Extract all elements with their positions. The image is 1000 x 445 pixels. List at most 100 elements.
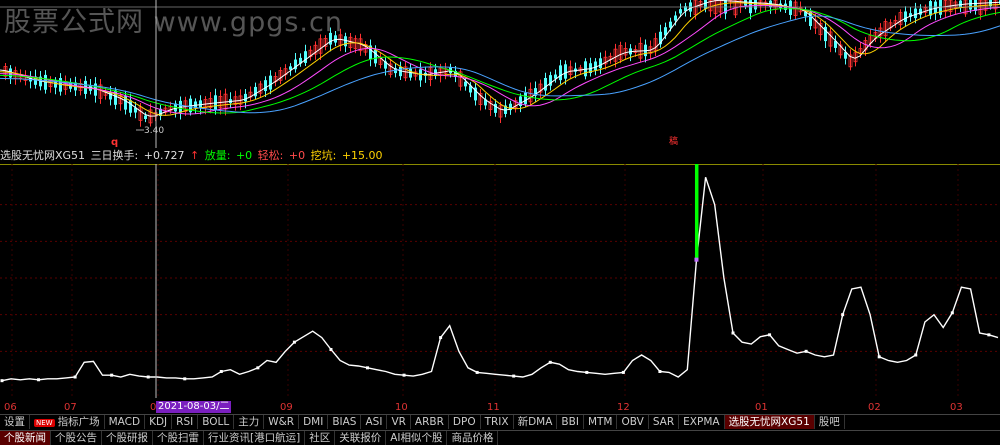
candle-body (674, 15, 677, 21)
data-point (841, 313, 845, 317)
candle-body (334, 35, 337, 43)
month-label: 06 (4, 402, 17, 413)
q-marker: q (111, 137, 118, 148)
indicator-tab[interactable]: BOLL (198, 415, 235, 429)
rise-label: 轻松: (257, 149, 284, 162)
data-point (548, 360, 552, 364)
volume-value: +0 (235, 149, 253, 162)
turnover-value: +0.727 (143, 149, 185, 162)
data-point (987, 333, 991, 337)
tab-label: 设置 (4, 416, 25, 428)
indicator-tab[interactable]: DMI (299, 415, 329, 429)
series-line (1, 176, 999, 382)
candle-body (914, 8, 917, 19)
candle-body (524, 92, 527, 105)
data-point (110, 373, 114, 377)
data-point (731, 331, 735, 335)
info-tab[interactable]: 商品价格 (447, 431, 499, 445)
tab-label: BBI (561, 416, 579, 428)
indicator-tab[interactable]: 主力 (234, 415, 265, 429)
candle-body (269, 75, 272, 90)
indicator-tab[interactable]: MACD (105, 415, 146, 429)
candle-body (464, 81, 467, 87)
tab-label: TRIX (484, 416, 509, 428)
indicator-tab[interactable]: BIAS (328, 415, 362, 429)
indicator-tab[interactable]: VR (387, 415, 411, 429)
info-tab[interactable]: 个股扫雷 (153, 431, 204, 445)
indicator-tab[interactable]: RSI (172, 415, 199, 429)
month-label: 09 (280, 402, 293, 413)
indicator-tab[interactable]: BBI (557, 415, 584, 429)
candle-body (679, 9, 682, 14)
kline-chart[interactable]: 3.40 q 稿 (0, 0, 1000, 148)
candle-body (304, 51, 307, 63)
tab-label: 新DMA (517, 416, 553, 428)
candle-body (669, 21, 672, 28)
indicator-tab[interactable]: 选股无忧网XG51 (724, 415, 815, 429)
candle-body (244, 93, 247, 102)
data-point (73, 375, 77, 379)
month-label: 12 (617, 402, 630, 413)
indicator-tab[interactable]: KDJ (145, 415, 173, 429)
tab-label: W&R (268, 416, 295, 428)
info-tab[interactable]: AI相似个股 (386, 431, 448, 445)
low-price-label: 3.40 (144, 126, 164, 136)
new-badge: NEW (34, 419, 55, 427)
data-point (402, 373, 406, 377)
data-point (512, 374, 516, 378)
info-tab[interactable]: 行业资讯[港口航运] (204, 431, 306, 445)
indicator-tab[interactable]: EXPMA (679, 415, 725, 429)
tab-label: 股吧 (818, 416, 840, 428)
candle-body (144, 115, 147, 120)
data-point (37, 378, 41, 382)
tab-label: MACD (108, 416, 141, 428)
data-point (877, 355, 881, 359)
data-point (183, 377, 187, 381)
indicator-tab[interactable]: W&R (264, 415, 300, 429)
data-point (768, 333, 772, 337)
candle-body (969, 0, 972, 10)
candle-body (754, 0, 757, 10)
info-tab[interactable]: 个股研报 (102, 431, 153, 445)
signal-spike-bar (694, 164, 699, 260)
indicator-tab[interactable]: OBV (617, 415, 649, 429)
tab-label: DMI (303, 416, 324, 428)
candle-body (704, 0, 707, 9)
candle-body (264, 80, 267, 92)
indicator-tab[interactable]: 新DMA (514, 415, 558, 429)
indicator-tab[interactable]: ASI (361, 415, 388, 429)
info-tab[interactable]: 个股新闻 (0, 431, 51, 445)
indicator-tab[interactable]: MTM (584, 415, 618, 429)
tab-label: BOLL (202, 416, 230, 428)
data-point (658, 370, 662, 373)
indicator-info-bar: 选股无忧网XG51 三日换手: +0.727 ↑ 放量: +0 轻松: +0 挖… (0, 148, 1000, 164)
candle-body (374, 49, 377, 64)
indicator-tab[interactable]: SAR (649, 415, 680, 429)
candle-body (904, 11, 907, 22)
data-point (219, 370, 223, 373)
indicator-tab[interactable]: DPO (449, 415, 481, 429)
data-point (329, 348, 333, 351)
data-point (292, 340, 296, 344)
info-tab[interactable]: 关联报价 (335, 431, 387, 445)
month-label: 11 (487, 402, 500, 413)
indicator-tab[interactable]: 设置 (0, 415, 30, 429)
candle-body (974, 0, 977, 11)
indicator-tab[interactable]: NEW 指标广场 (30, 415, 105, 429)
signal-marker: 稿 (669, 135, 678, 147)
info-tab[interactable]: 个股公告 (51, 431, 102, 445)
data-point (621, 370, 625, 374)
indicator-tab[interactable]: 股吧 (815, 415, 845, 429)
data-point (585, 370, 589, 374)
tab-label: VR (391, 416, 406, 428)
indicator-tab[interactable]: ARBR (411, 415, 449, 429)
candle-body (564, 64, 567, 79)
info-tab[interactable]: 社区 (305, 431, 336, 445)
rise-value: +0 (288, 149, 306, 162)
indicator-tab[interactable]: TRIX (481, 415, 514, 429)
candle-body (594, 61, 597, 71)
tab-label: OBV (621, 416, 644, 428)
candle-body (599, 58, 602, 69)
candle-body (919, 8, 922, 15)
indicator-chart[interactable] (0, 164, 1000, 398)
